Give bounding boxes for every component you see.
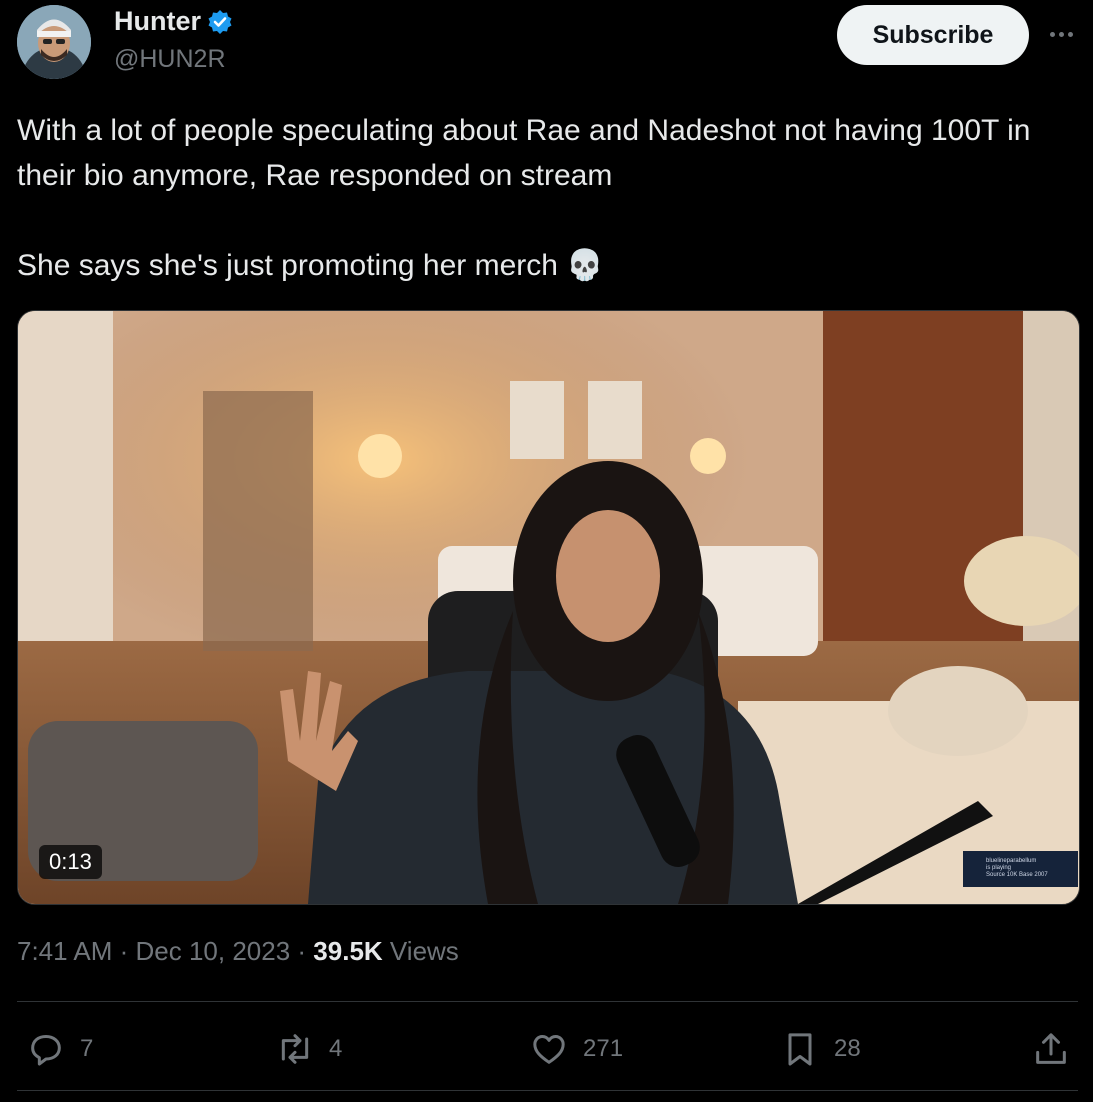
action-bar: 7 4 271 28	[0, 1022, 1093, 1076]
avatar[interactable]	[17, 5, 91, 79]
meta-separator: ·	[112, 936, 136, 966]
video-player[interactable]: bluelineparabellum is playing Source 10K…	[17, 310, 1080, 905]
video-frame	[18, 311, 1079, 904]
overlay-game: Source 10K Base 2007	[986, 872, 1048, 878]
repost-count: 4	[329, 1035, 343, 1062]
author-handle[interactable]: @HUN2R	[114, 45, 226, 74]
tweet-text: With a lot of people speculating about R…	[17, 114, 1031, 282]
verified-badge-icon	[207, 9, 233, 35]
views-count: 39.5K	[313, 936, 383, 966]
heart-icon	[533, 1035, 565, 1064]
bookmark-icon	[788, 1033, 812, 1066]
like-count: 271	[583, 1035, 624, 1062]
reply-icon	[31, 1035, 61, 1066]
divider	[17, 1001, 1078, 1002]
divider	[17, 1090, 1078, 1091]
reply-count: 7	[80, 1035, 94, 1062]
tweet-time[interactable]: 7:41 AM	[17, 936, 112, 966]
stream-overlay: bluelineparabellum is playing Source 10K…	[986, 858, 1076, 879]
meta-separator: ·	[290, 936, 314, 966]
bookmark-button[interactable]: 28	[780, 1022, 861, 1076]
share-icon	[1036, 1033, 1066, 1064]
repost-icon	[281, 1034, 309, 1064]
like-button[interactable]: 271	[529, 1022, 623, 1076]
repost-button[interactable]: 4	[275, 1022, 342, 1076]
reply-button[interactable]: 7	[26, 1022, 93, 1076]
overlay-name: bluelineparabellum	[986, 858, 1037, 864]
tweet-date[interactable]: Dec 10, 2023	[136, 936, 291, 966]
more-options-icon[interactable]	[1046, 22, 1076, 46]
video-duration: 0:13	[39, 845, 102, 879]
bookmark-count: 28	[834, 1035, 861, 1062]
overlay-status: is playing	[986, 865, 1012, 871]
share-button[interactable]	[1031, 1022, 1071, 1076]
tweet-meta: 7:41 AM · Dec 10, 2023 · 39.5K Views	[17, 936, 459, 967]
author-name[interactable]: Hunter	[114, 6, 201, 37]
views-label: Views	[389, 936, 459, 966]
subscribe-button[interactable]: Subscribe	[837, 5, 1029, 65]
